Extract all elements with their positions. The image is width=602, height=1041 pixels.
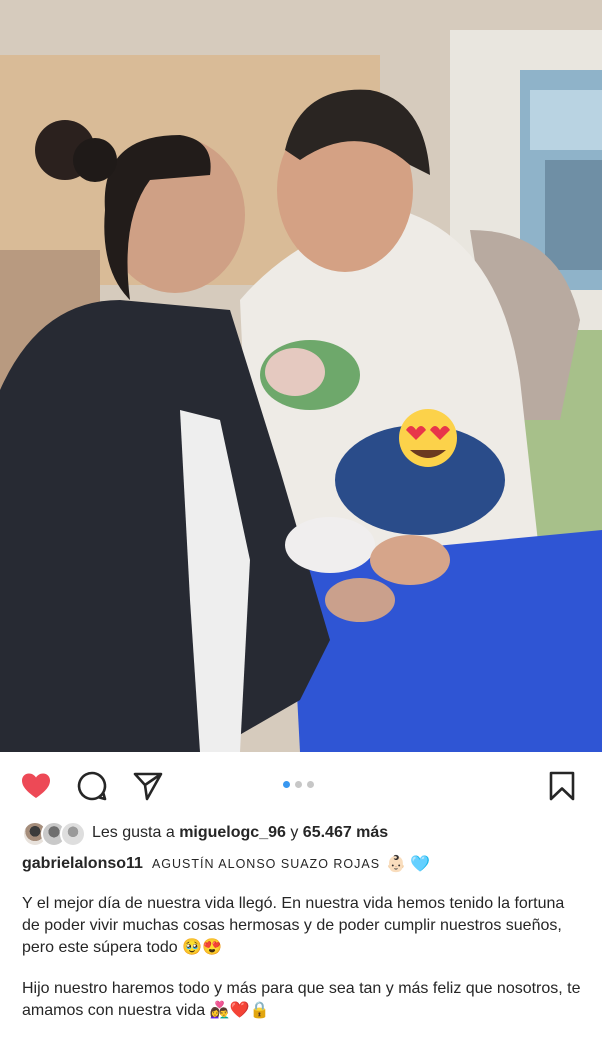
paper-plane-icon[interactable] (132, 770, 164, 802)
bookmark-icon[interactable] (546, 770, 578, 802)
post-photo-scene (0, 0, 602, 752)
carousel-indicator (283, 781, 314, 789)
author-emojis: 👶🏻 🩵 (386, 856, 431, 873)
caption-header: gabrielalonso11 AGUSTÍN ALONSO SUAZO ROJ… (22, 851, 430, 877)
action-bar (0, 752, 602, 816)
author-mention[interactable]: AGUSTÍN ALONSO SUAZO ROJAS (152, 857, 380, 871)
author-username[interactable]: gabrielalonso11 (22, 855, 143, 873)
caption-paragraph: Y el mejor día de nuestra vida llegó. En… (22, 895, 565, 956)
caption-paragraph: Hijo nuestro haremos todo y más para que… (22, 980, 581, 1019)
likes-joiner: y (290, 824, 299, 841)
heart-filled-icon[interactable] (20, 770, 52, 802)
carousel-dot (295, 781, 302, 788)
likes-count[interactable]: 65.467 más (303, 824, 388, 841)
likes-row[interactable]: Les gusta a miguelogc_96 y 65.467 más (22, 818, 388, 848)
likes-prefix: Les gusta a (92, 824, 175, 841)
likes-user-link[interactable]: miguelogc_96 (179, 824, 286, 841)
likes-text: Les gusta a miguelogc_96 y 65.467 más (92, 824, 388, 842)
carousel-dot (307, 781, 314, 788)
liker-avatars (22, 820, 86, 847)
post-photo[interactable] (0, 0, 602, 752)
caption-body: Y el mejor día de nuestra vida llegó. En… (22, 893, 582, 1041)
carousel-dot-active (283, 781, 290, 788)
comment-bubble-icon[interactable] (76, 770, 108, 802)
avatar (60, 821, 86, 847)
